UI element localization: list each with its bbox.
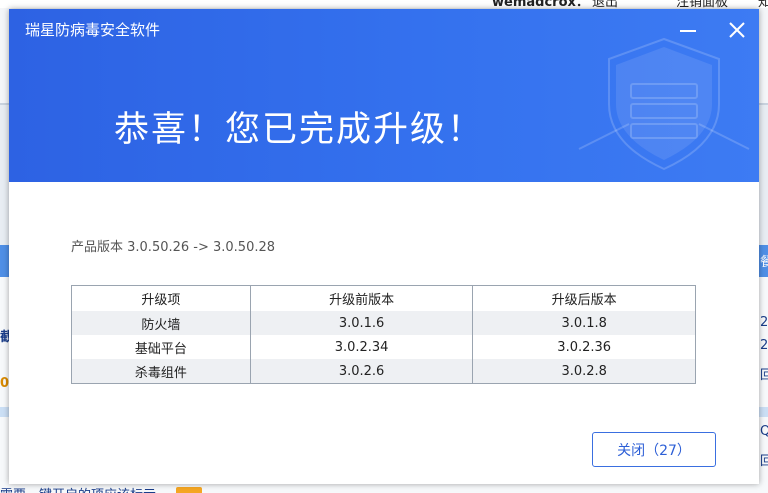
dialog-title: 瑞星防病毒安全软件 [25,21,161,39]
table-row: 杀毒组件 3.0.2.6 3.0.2.8 [71,359,696,384]
background-left-text: 0 [0,376,10,391]
table-cell: 防火墙 [71,311,251,335]
table-cell: 3.0.1.6 [249,311,474,335]
table-row: 基础平台 3.0.2.34 3.0.2.36 [71,335,696,359]
background-right-text: 2 [760,315,768,330]
table-cell: 3.0.2.8 [472,359,696,384]
close-countdown-button[interactable]: 关闭（27） [592,432,716,467]
upgrade-table: 升级项 升级前版本 升级后版本 防火墙 3.0.1.6 3.0.1.8 基础平台… [71,285,696,384]
table-cell: 杀毒组件 [71,359,251,384]
table-cell: 基础平台 [71,335,251,359]
product-version-text: 产品版本 3.0.50.26 -> 3.0.50.28 [71,240,276,255]
table-header-row: 升级项 升级前版本 升级后版本 [71,285,696,311]
background-topbar [0,0,768,8]
upgrade-headline: 恭喜！您已完成升级！ [113,110,484,150]
dialog-banner: 瑞星防病毒安全软件 恭喜！您已完成升级！ [9,9,759,182]
background-right-text: 餐 [760,255,768,270]
column-header: 升级后版本 [472,285,696,311]
column-header: 升级项 [71,285,251,311]
background-right-text: 回 [760,368,768,383]
background-right-text: 2 [760,338,768,353]
background-bottom-text: 需要一键开启的项应该标示 [0,484,156,493]
table-cell: 3.0.1.8 [472,311,696,335]
upgrade-dialog: 瑞星防病毒安全软件 恭喜！您已完成升级！ 产品版本 3.0.50.26 -> 3… [9,9,759,484]
background-right-text: Q [760,424,768,439]
column-header: 升级前版本 [249,285,474,311]
table-cell: 3.0.2.6 [249,359,474,384]
table-cell: 3.0.2.34 [249,335,474,359]
table-cell: 3.0.2.36 [472,335,696,359]
shield-server-illustration [578,37,750,171]
background-right-text: 回 [760,454,768,469]
table-row: 防火墙 3.0.1.6 3.0.1.8 [71,311,696,335]
background-badge [176,487,202,493]
